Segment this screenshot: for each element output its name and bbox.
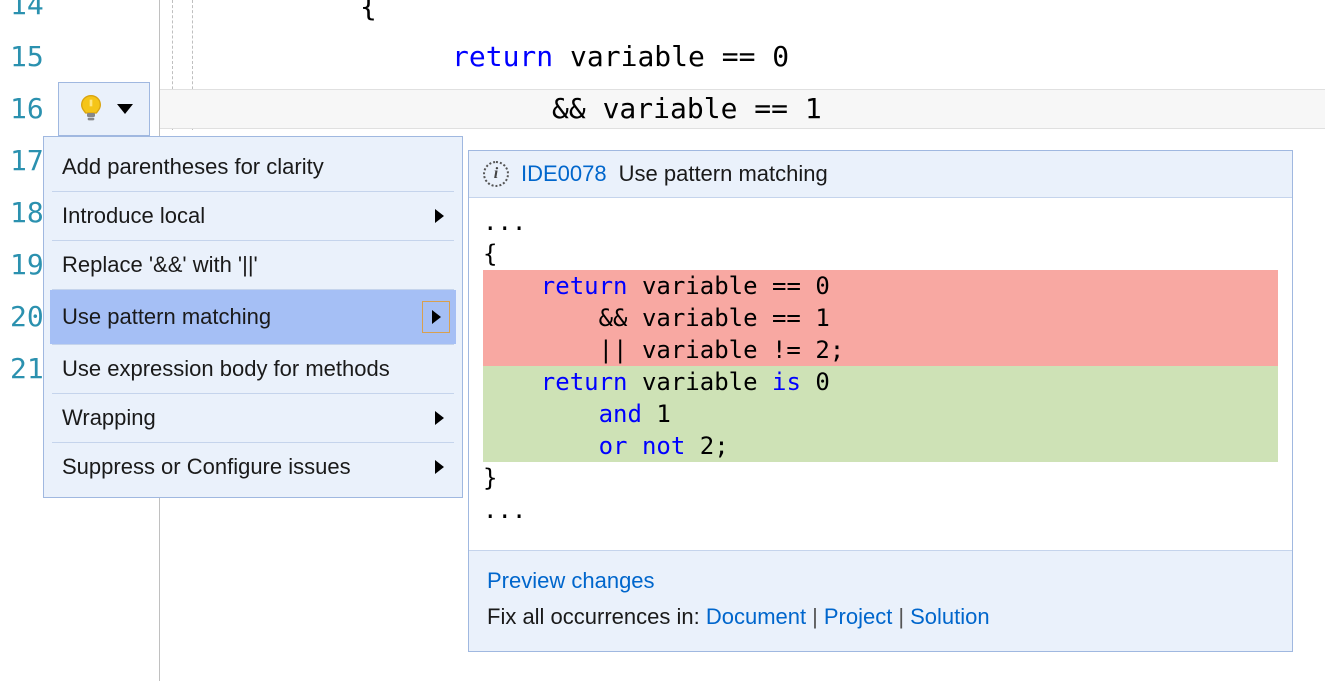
preview-header: i IDE0078 Use pattern matching bbox=[469, 151, 1292, 198]
diff-added-line: or not 2; bbox=[483, 430, 1278, 462]
chevron-right-icon bbox=[435, 209, 444, 223]
menu-item-label: Use pattern matching bbox=[62, 304, 271, 330]
preview-changes-link[interactable]: Preview changes bbox=[487, 568, 655, 593]
code-line: { bbox=[360, 0, 377, 23]
diff-removed-line: || variable != 2; bbox=[483, 334, 1278, 366]
code-line: && variable == 1 bbox=[552, 92, 822, 125]
line-number: 18 bbox=[10, 196, 44, 229]
separator: | bbox=[812, 604, 818, 629]
diff-context-line: { bbox=[483, 238, 1278, 270]
quick-actions-button[interactable] bbox=[58, 82, 150, 136]
diff-added-line: return variable is 0 bbox=[483, 366, 1278, 398]
menu-item-label: Introduce local bbox=[62, 203, 205, 229]
line-number: 17 bbox=[10, 144, 44, 177]
preview-panel: i IDE0078 Use pattern matching ... { ret… bbox=[468, 150, 1293, 652]
fix-all-label: Fix all occurrences in: bbox=[487, 604, 706, 629]
chevron-down-icon bbox=[117, 104, 133, 114]
code-line: return variable == 0 bbox=[452, 40, 789, 73]
info-icon: i bbox=[483, 161, 509, 187]
line-number: 15 bbox=[10, 40, 44, 73]
line-number: 19 bbox=[10, 248, 44, 281]
line-number: 21 bbox=[10, 352, 44, 385]
menu-item-replace-and-or[interactable]: Replace '&&' with '||' bbox=[50, 241, 456, 289]
menu-item-label: Replace '&&' with '||' bbox=[62, 252, 258, 278]
diff-removed-line: && variable == 1 bbox=[483, 302, 1278, 334]
menu-item-introduce-local[interactable]: Introduce local bbox=[50, 192, 456, 240]
diff-preview: ... { return variable == 0 && variable =… bbox=[469, 198, 1292, 550]
chevron-right-icon bbox=[432, 310, 441, 324]
menu-item-use-pattern-matching[interactable]: Use pattern matching bbox=[50, 290, 456, 344]
menu-item-label: Add parentheses for clarity bbox=[62, 154, 324, 180]
preview-footer: Preview changes Fix all occurrences in: … bbox=[469, 550, 1292, 651]
menu-item-label: Wrapping bbox=[62, 405, 156, 431]
menu-item-wrapping[interactable]: Wrapping bbox=[50, 394, 456, 442]
lightbulb-icon bbox=[75, 93, 107, 125]
diff-added-line: and 1 bbox=[483, 398, 1278, 430]
line-number: 16 bbox=[10, 92, 44, 125]
diff-context-line: ... bbox=[483, 494, 1278, 526]
submenu-indicator bbox=[422, 301, 450, 333]
chevron-right-icon bbox=[435, 460, 444, 474]
separator: | bbox=[898, 604, 904, 629]
fix-solution-link[interactable]: Solution bbox=[910, 604, 990, 629]
chevron-right-icon bbox=[435, 411, 444, 425]
line-number: 14 bbox=[10, 0, 44, 21]
menu-item-label: Suppress or Configure issues bbox=[62, 454, 351, 480]
diff-context-line: ... bbox=[483, 206, 1278, 238]
diagnostic-id[interactable]: IDE0078 bbox=[521, 161, 607, 187]
menu-item-expression-body[interactable]: Use expression body for methods bbox=[50, 345, 456, 393]
menu-item-suppress-configure[interactable]: Suppress or Configure issues bbox=[50, 443, 456, 491]
diff-removed-line: return variable == 0 bbox=[483, 270, 1278, 302]
diff-context-line: } bbox=[483, 462, 1278, 494]
fix-document-link[interactable]: Document bbox=[706, 604, 806, 629]
menu-item-label: Use expression body for methods bbox=[62, 356, 390, 382]
menu-item-add-parentheses[interactable]: Add parentheses for clarity bbox=[50, 143, 456, 191]
fix-project-link[interactable]: Project bbox=[824, 604, 892, 629]
diagnostic-message: Use pattern matching bbox=[619, 161, 828, 187]
quick-actions-menu: Add parentheses for clarity Introduce lo… bbox=[43, 136, 463, 498]
line-number: 20 bbox=[10, 300, 44, 333]
